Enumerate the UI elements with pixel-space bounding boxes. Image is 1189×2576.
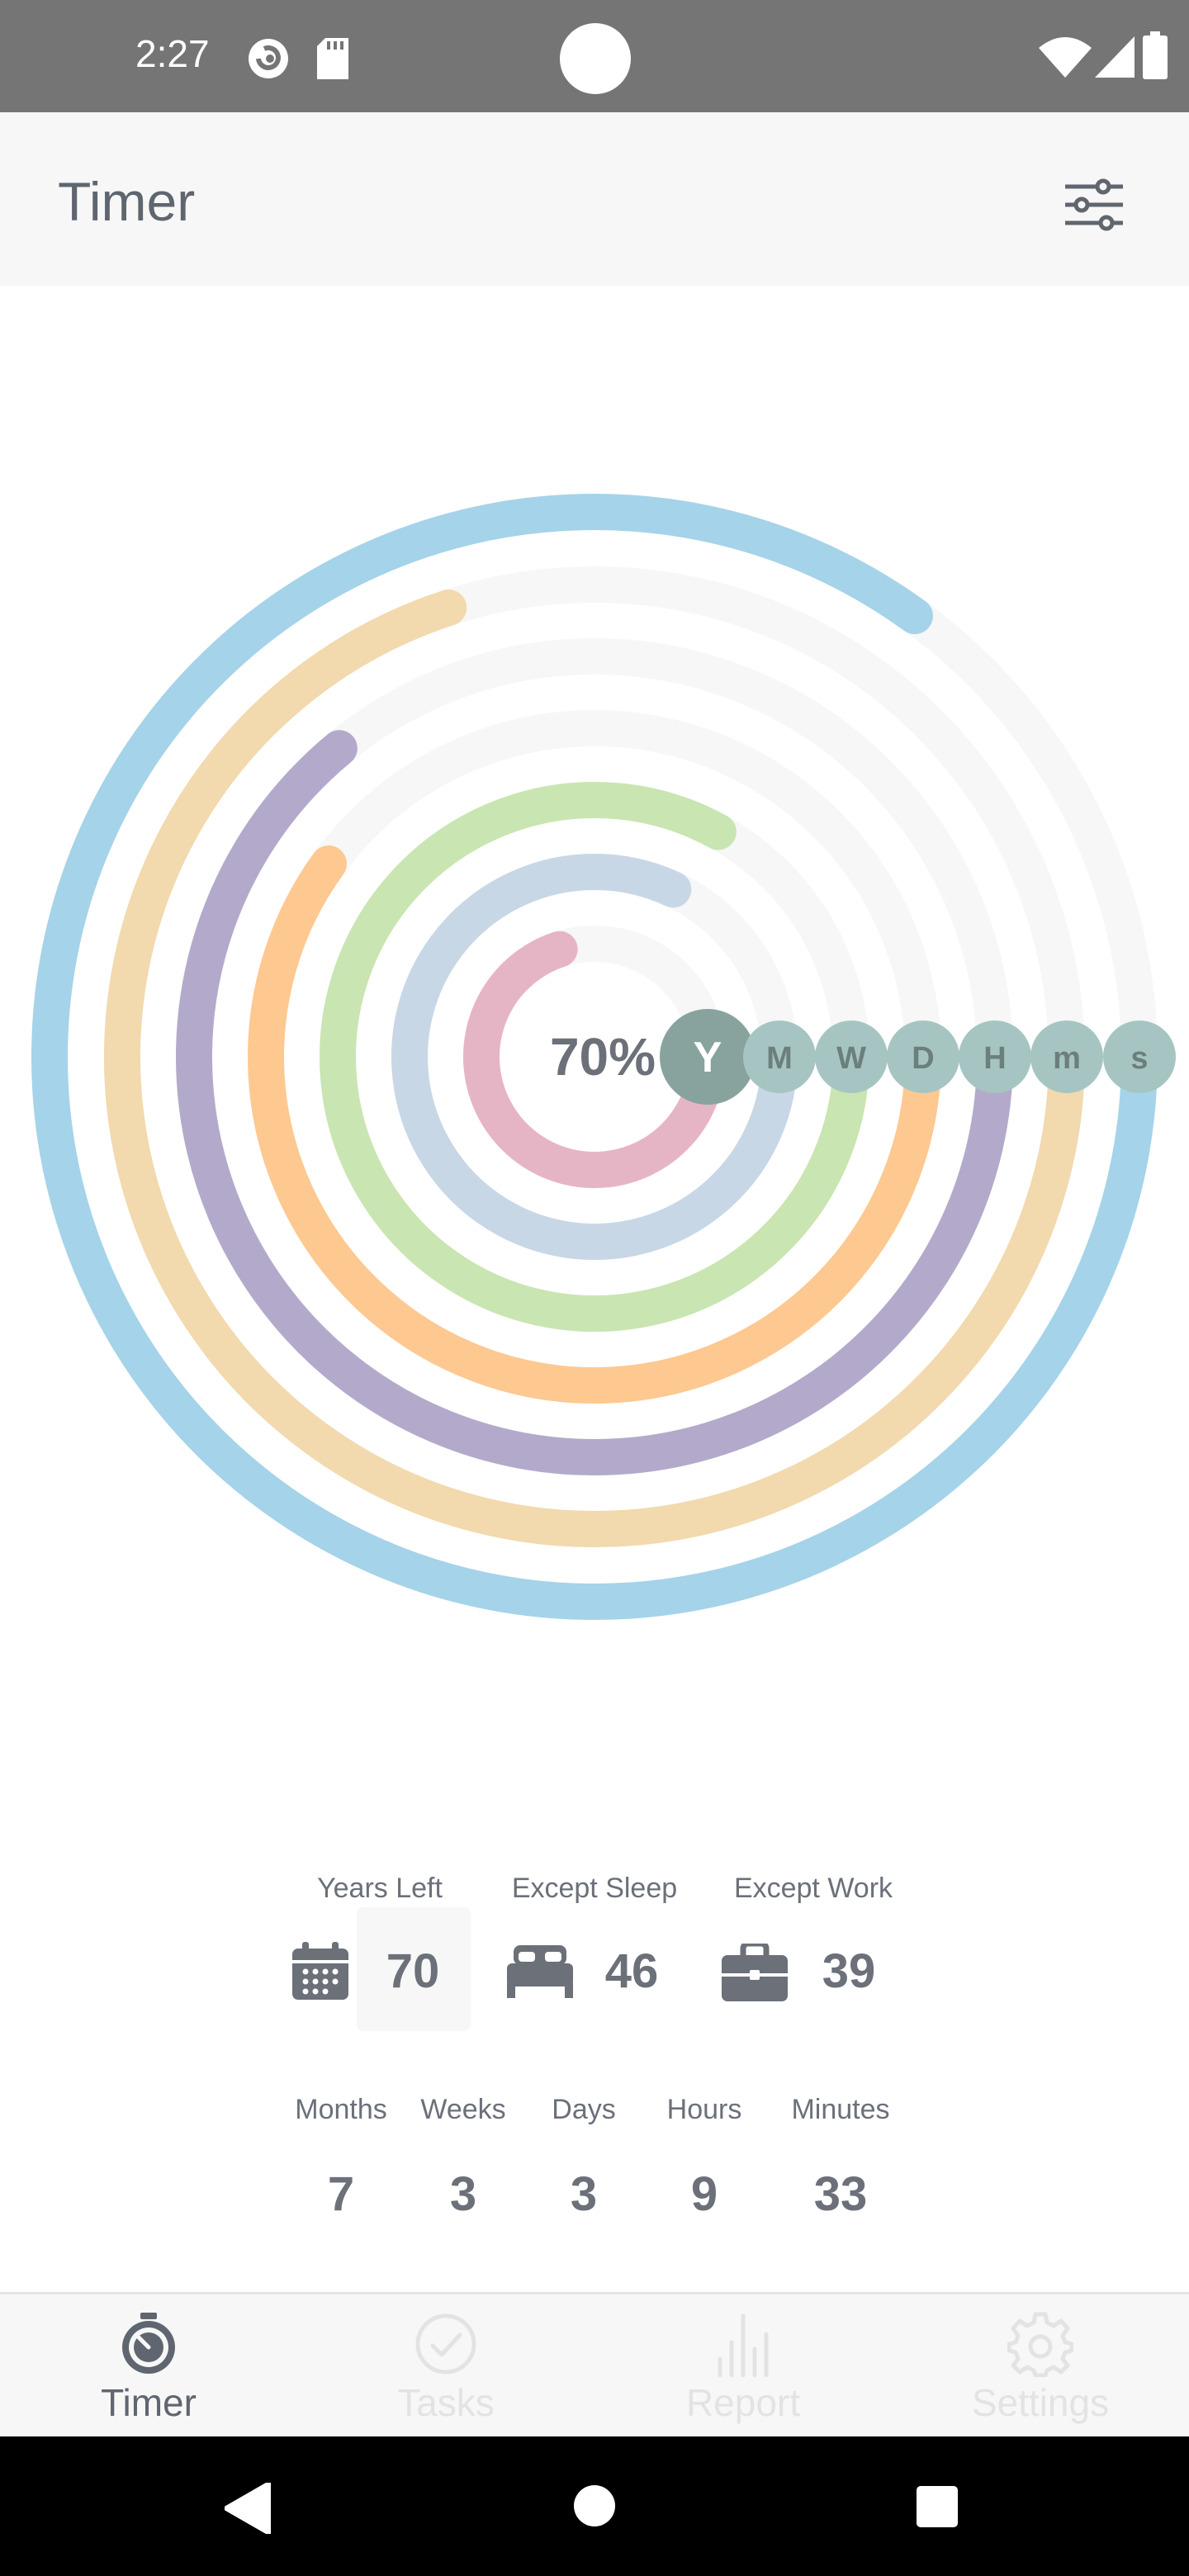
unit-badge-label: D bbox=[912, 1041, 934, 1076]
months-value: 7 bbox=[327, 2167, 355, 2221]
unit-badge-label: M bbox=[766, 1041, 793, 1076]
unit-badge-label: W bbox=[836, 1041, 866, 1076]
except-sleep-label: Except Sleep bbox=[511, 1873, 678, 1904]
nav-report-label: Report bbox=[685, 2381, 801, 2424]
bed-icon bbox=[507, 1945, 573, 1998]
center-percent-label: 70% bbox=[550, 1027, 656, 1087]
bottom-navigation: Timer Tasks Report Settings bbox=[0, 2292, 1189, 2436]
except-work-value: 39 bbox=[822, 1944, 876, 1998]
nav-timer-label: Timer bbox=[101, 2381, 197, 2424]
nav-report[interactable]: Report bbox=[594, 2294, 892, 2439]
check-circle-icon bbox=[415, 2313, 476, 2375]
nav-settings-label: Settings bbox=[971, 2381, 1110, 2424]
years-left-label: Years Left bbox=[317, 1873, 443, 1904]
unit-badge-W[interactable]: W bbox=[815, 1020, 888, 1093]
home-icon[interactable] bbox=[573, 2484, 616, 2527]
unit-badge-s[interactable]: s bbox=[1103, 1020, 1176, 1093]
unit-badge-D[interactable]: D bbox=[887, 1020, 959, 1093]
recents-icon[interactable] bbox=[917, 2486, 958, 2527]
nav-tasks-label: Tasks bbox=[397, 2381, 495, 2424]
unit-badge-label: H bbox=[983, 1041, 1006, 1076]
unit-badge-label: s bbox=[1130, 1041, 1148, 1076]
filter-button[interactable] bbox=[1057, 170, 1131, 236]
back-icon[interactable] bbox=[225, 2483, 272, 2534]
unit-badge-M[interactable]: M bbox=[743, 1020, 816, 1093]
bar-chart-icon bbox=[718, 2313, 769, 2377]
progress-rings: 70% Y M W D Hm s bbox=[0, 462, 1189, 1651]
rings-canvas: 70% Y M W D Hm s bbox=[31, 494, 1176, 1620]
briefcase-icon bbox=[722, 1944, 788, 2001]
except-sleep-value: 46 bbox=[604, 1944, 659, 1998]
unit-badge-Y[interactable]: Y bbox=[660, 1009, 756, 1105]
app-bar: Timer bbox=[0, 112, 1189, 286]
hours-label: Hours bbox=[666, 2094, 742, 2125]
minutes-label: Minutes bbox=[791, 2094, 890, 2125]
unit-badge-m[interactable]: m bbox=[1030, 1020, 1103, 1093]
sliders-icon bbox=[1065, 178, 1123, 231]
nav-tasks[interactable]: Tasks bbox=[297, 2294, 594, 2439]
timer-icon bbox=[122, 2313, 175, 2374]
nav-timer[interactable]: Timer bbox=[0, 2294, 297, 2439]
status-bar: 2:27 bbox=[0, 0, 1189, 112]
months-label: Months bbox=[295, 2094, 387, 2125]
page-title: Timer bbox=[58, 171, 196, 232]
camera-cutout bbox=[560, 23, 631, 94]
unit-badge-label: Y bbox=[694, 1034, 722, 1082]
minutes-value: 33 bbox=[813, 2167, 868, 2221]
weeks-label: Weeks bbox=[420, 2094, 506, 2125]
signal-icon bbox=[1095, 36, 1135, 78]
nav-settings[interactable]: Settings bbox=[892, 2294, 1189, 2439]
unit-badge-label: m bbox=[1053, 1041, 1081, 1076]
days-value: 3 bbox=[570, 2167, 598, 2221]
days-label: Days bbox=[552, 2094, 616, 2125]
years-left-value: 70 bbox=[386, 1944, 440, 1998]
system-navigation-bar bbox=[0, 2436, 1189, 2576]
weeks-value: 3 bbox=[449, 2167, 477, 2221]
sd-card-icon bbox=[317, 38, 348, 79]
status-time: 2:27 bbox=[135, 32, 210, 75]
wifi-icon bbox=[1039, 37, 1092, 78]
except-work-label: Except Work bbox=[733, 1873, 893, 1904]
unit-badge-H[interactable]: H bbox=[959, 1020, 1031, 1093]
pocket-casts-icon bbox=[249, 39, 288, 78]
gear-icon bbox=[1007, 2312, 1073, 2377]
battery-icon bbox=[1143, 31, 1168, 79]
calendar-icon bbox=[292, 1942, 348, 2000]
hours-value: 9 bbox=[690, 2167, 718, 2221]
